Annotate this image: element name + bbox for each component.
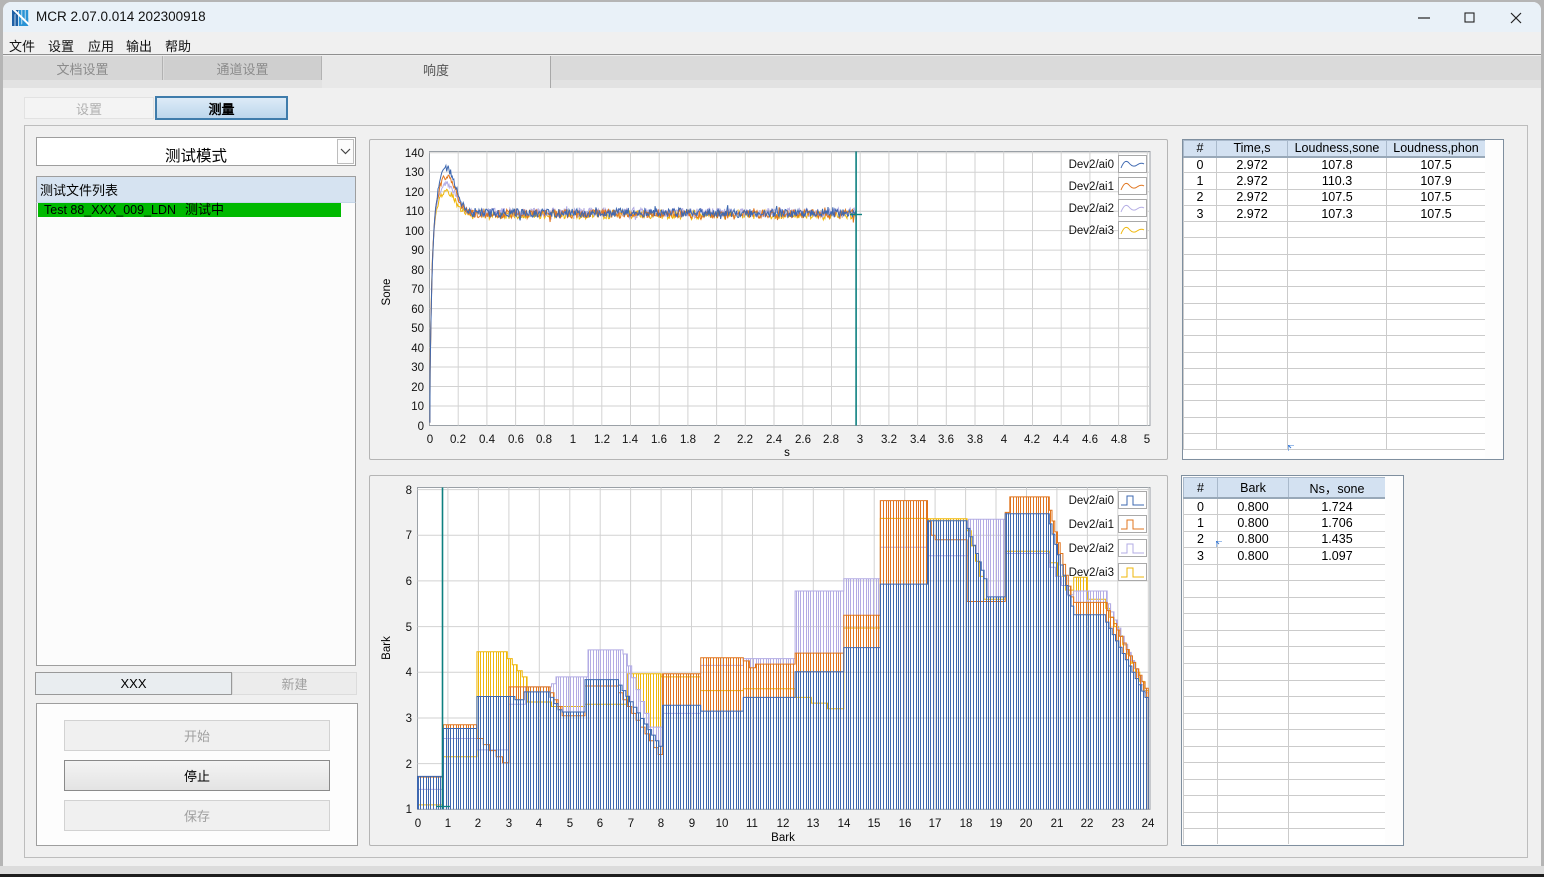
svg-text:24: 24 — [1142, 818, 1155, 830]
svg-text:0.6: 0.6 — [508, 434, 524, 446]
svg-text:8: 8 — [658, 818, 664, 830]
svg-text:5: 5 — [567, 818, 573, 830]
svg-text:2.8: 2.8 — [823, 434, 839, 446]
svg-text:4.6: 4.6 — [1082, 434, 1098, 446]
svg-text:3.8: 3.8 — [967, 434, 983, 446]
svg-text:8: 8 — [406, 485, 412, 497]
svg-text:40: 40 — [411, 343, 424, 355]
svg-text:0: 0 — [415, 818, 421, 830]
svg-text:3: 3 — [857, 434, 863, 446]
svg-text:21: 21 — [1051, 818, 1064, 830]
svg-text:4: 4 — [406, 667, 413, 679]
svg-text:17: 17 — [929, 818, 942, 830]
svg-text:2.6: 2.6 — [795, 434, 811, 446]
svg-text:130: 130 — [405, 167, 424, 179]
svg-text:70: 70 — [411, 284, 424, 296]
svg-text:20: 20 — [1020, 818, 1033, 830]
svg-text:3.2: 3.2 — [881, 434, 897, 446]
svg-text:110: 110 — [406, 206, 424, 218]
svg-text:Dev2/ai2: Dev2/ai2 — [1069, 543, 1114, 555]
svg-text:Dev2/ai0: Dev2/ai0 — [1069, 159, 1114, 171]
svg-text:3: 3 — [406, 713, 412, 725]
svg-text:Bark: Bark — [771, 832, 795, 844]
svg-text:Dev2/ai0: Dev2/ai0 — [1069, 495, 1114, 507]
svg-text:6: 6 — [597, 818, 603, 830]
svg-text:0: 0 — [418, 421, 424, 433]
svg-text:23: 23 — [1112, 818, 1125, 830]
svg-text:1.2: 1.2 — [594, 434, 610, 446]
svg-text:5: 5 — [1144, 434, 1150, 446]
svg-text:2: 2 — [475, 818, 481, 830]
svg-text:5: 5 — [406, 622, 412, 634]
svg-text:0: 0 — [427, 434, 433, 446]
svg-text:60: 60 — [411, 304, 424, 316]
svg-text:120: 120 — [405, 187, 424, 199]
svg-text:4.4: 4.4 — [1053, 434, 1070, 446]
svg-text:2: 2 — [406, 759, 412, 771]
svg-text:4: 4 — [536, 818, 543, 830]
svg-text:16: 16 — [899, 818, 912, 830]
svg-text:30: 30 — [411, 362, 424, 374]
svg-text:Dev2/ai1: Dev2/ai1 — [1069, 519, 1114, 531]
svg-text:4: 4 — [1001, 434, 1008, 446]
svg-text:80: 80 — [411, 265, 424, 277]
svg-text:1.8: 1.8 — [680, 434, 696, 446]
svg-text:100: 100 — [405, 226, 424, 238]
svg-text:0.8: 0.8 — [536, 434, 552, 446]
svg-text:6: 6 — [406, 576, 412, 588]
svg-text:Dev2/ai3: Dev2/ai3 — [1069, 225, 1114, 237]
svg-text:Sone: Sone — [381, 279, 393, 306]
svg-text:0.2: 0.2 — [450, 434, 466, 446]
svg-text:3: 3 — [506, 818, 512, 830]
svg-text:15: 15 — [868, 818, 881, 830]
svg-text:22: 22 — [1081, 818, 1094, 830]
svg-text:1.6: 1.6 — [651, 434, 667, 446]
svg-text:4.8: 4.8 — [1111, 434, 1127, 446]
svg-text:12: 12 — [777, 818, 790, 830]
svg-text:2.4: 2.4 — [766, 434, 783, 446]
svg-text:18: 18 — [960, 818, 973, 830]
svg-text:4.2: 4.2 — [1024, 434, 1040, 446]
svg-text:1.4: 1.4 — [622, 434, 639, 446]
svg-text:10: 10 — [411, 401, 424, 413]
svg-text:10: 10 — [716, 818, 729, 830]
svg-text:140: 140 — [405, 148, 424, 160]
svg-text:1: 1 — [445, 818, 451, 830]
svg-text:2: 2 — [714, 434, 720, 446]
svg-text:Dev2/ai1: Dev2/ai1 — [1069, 181, 1114, 193]
svg-text:3.4: 3.4 — [910, 434, 927, 446]
svg-text:Bark: Bark — [381, 636, 393, 660]
svg-text:13: 13 — [807, 818, 820, 830]
svg-text:90: 90 — [411, 245, 424, 257]
svg-text:7: 7 — [406, 530, 412, 542]
svg-text:s: s — [784, 447, 790, 459]
svg-text:14: 14 — [838, 818, 851, 830]
svg-text:9: 9 — [689, 818, 695, 830]
svg-text:50: 50 — [411, 323, 424, 335]
svg-text:Dev2/ai2: Dev2/ai2 — [1069, 203, 1114, 215]
svg-text:Dev2/ai3: Dev2/ai3 — [1069, 567, 1114, 579]
svg-text:3.6: 3.6 — [938, 434, 954, 446]
svg-text:2.2: 2.2 — [737, 434, 753, 446]
svg-text:20: 20 — [411, 382, 424, 394]
svg-text:7: 7 — [628, 818, 634, 830]
svg-text:1: 1 — [570, 434, 576, 446]
svg-text:11: 11 — [746, 818, 758, 830]
svg-text:0.4: 0.4 — [479, 434, 496, 446]
svg-text:19: 19 — [990, 818, 1003, 830]
svg-text:1: 1 — [406, 804, 412, 816]
